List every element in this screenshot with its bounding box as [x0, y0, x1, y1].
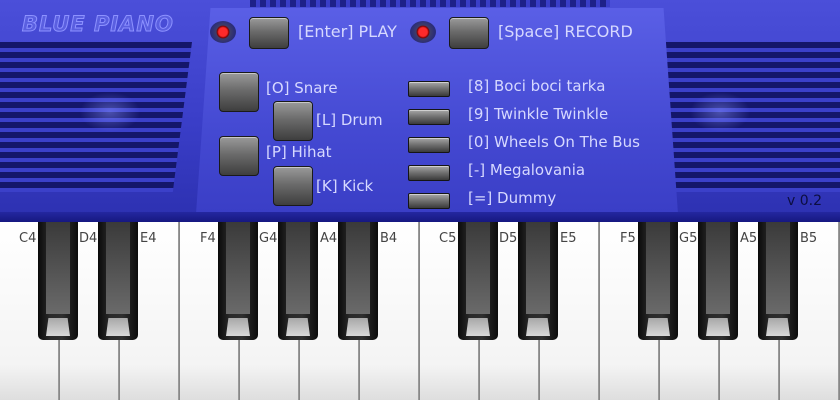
key-label-d4: D4 — [79, 231, 98, 246]
song-button-4[interactable] — [408, 165, 450, 181]
key-label-f4: F4 — [200, 231, 216, 246]
black-key-gs4[interactable] — [278, 222, 318, 340]
top-vent — [250, 0, 610, 7]
left-speaker-highlight — [80, 92, 140, 132]
kick-label: [K] Kick — [316, 177, 374, 195]
song-label-3: [0] Wheels On The Bus — [468, 133, 640, 151]
black-key-as5[interactable] — [758, 222, 798, 340]
drum-label: [L] Drum — [316, 111, 383, 129]
record-led-icon — [410, 21, 436, 43]
play-button[interactable] — [249, 17, 289, 49]
black-key-cs4[interactable] — [38, 222, 78, 340]
key-label-a5: A5 — [740, 231, 758, 246]
key-label-a4: A4 — [320, 231, 338, 246]
snare-button[interactable] — [219, 72, 259, 112]
version-label: v 0.2 — [787, 193, 822, 209]
record-label: [Space] RECORD — [498, 22, 633, 41]
snare-label: [O] Snare — [266, 79, 338, 97]
black-key-as4[interactable] — [338, 222, 378, 340]
key-label-d5: D5 — [499, 231, 518, 246]
black-key-ds5[interactable] — [518, 222, 558, 340]
song-button-3[interactable] — [408, 137, 450, 153]
hihat-button[interactable] — [219, 136, 259, 176]
song-button-5[interactable] — [408, 193, 450, 209]
black-key-gs5[interactable] — [698, 222, 738, 340]
key-label-c5: C5 — [439, 231, 457, 246]
song-label-1: [8] Boci boci tarka — [468, 77, 606, 95]
record-button[interactable] — [449, 17, 489, 49]
right-speaker-highlight — [690, 92, 750, 132]
key-label-b4: B4 — [380, 231, 398, 246]
key-label-g5: G5 — [679, 231, 698, 246]
black-key-fs5[interactable] — [638, 222, 678, 340]
key-label-b5: B5 — [800, 231, 818, 246]
hihat-label: [P] Hihat — [266, 143, 332, 161]
key-label-f5: F5 — [620, 231, 636, 246]
blue-piano-app: BLUE PIANO [Enter] PLAY [Space] RECORD [… — [0, 0, 840, 400]
song-label-5: [=] Dummy — [468, 189, 557, 207]
song-button-2[interactable] — [408, 109, 450, 125]
play-label: [Enter] PLAY — [298, 22, 397, 41]
song-label-2: [9] Twinkle Twinkle — [468, 105, 609, 123]
drum-button[interactable] — [273, 101, 313, 141]
black-key-ds4[interactable] — [98, 222, 138, 340]
key-label-e5: E5 — [560, 231, 577, 246]
key-label-e4: E4 — [140, 231, 157, 246]
song-button-1[interactable] — [408, 81, 450, 97]
app-logo: BLUE PIANO — [22, 12, 174, 37]
kick-button[interactable] — [273, 166, 313, 206]
black-key-fs4[interactable] — [218, 222, 258, 340]
piano-keyboard — [0, 222, 840, 400]
panel-bottom-edge — [0, 212, 840, 222]
play-led-icon — [210, 21, 236, 43]
black-key-cs5[interactable] — [458, 222, 498, 340]
song-label-4: [-] Megalovania — [468, 161, 586, 179]
key-label-c4: C4 — [19, 231, 37, 246]
key-label-g4: G4 — [259, 231, 278, 246]
